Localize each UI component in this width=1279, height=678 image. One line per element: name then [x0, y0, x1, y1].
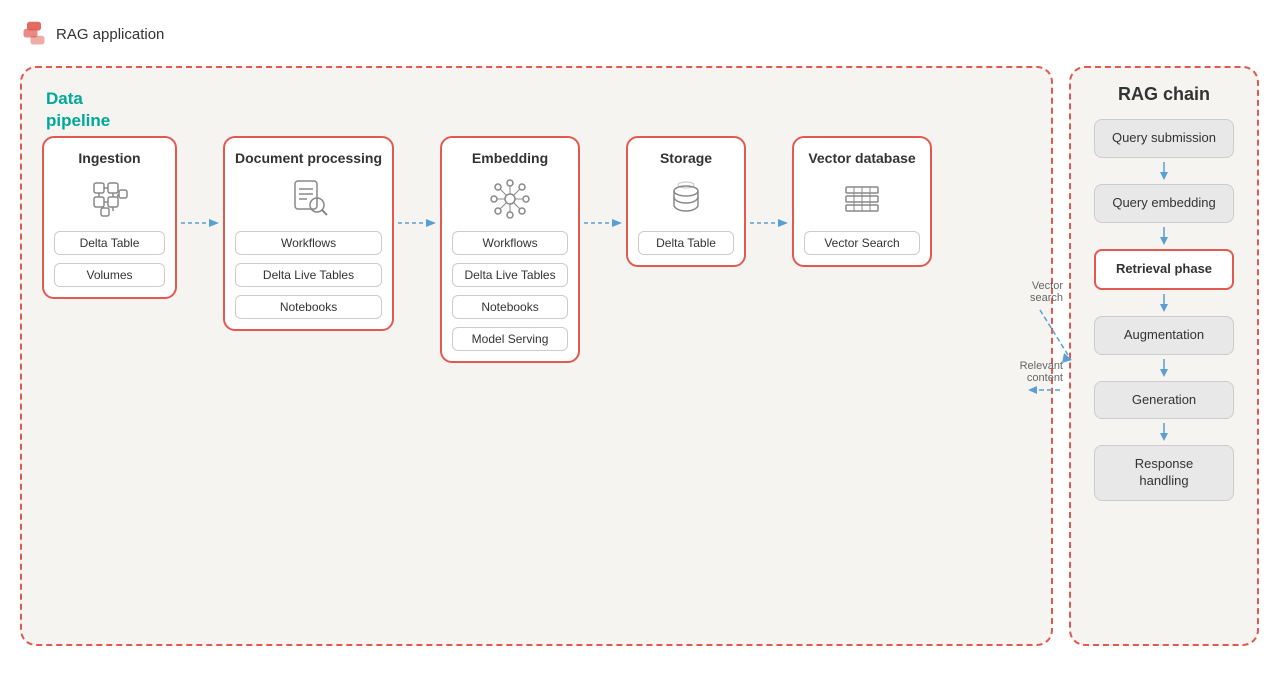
ingestion-tag-delta: Delta Table [54, 231, 165, 255]
main-layout: Data pipeline Ingestion [20, 66, 1259, 646]
rag-chain-title: RAG chain [1118, 84, 1210, 105]
vectordb-tag-vectorsearch: Vector Search [804, 231, 920, 255]
arrow-1 [177, 216, 223, 230]
arrow-down-3 [1157, 294, 1171, 312]
storage-icon [662, 175, 710, 223]
ingestion-title: Ingestion [78, 150, 140, 167]
docproc-tag-workflows: Workflows [235, 231, 382, 255]
rag-chain-panel: RAG chain Query submission Query embeddi… [1069, 66, 1259, 646]
docproc-title: Document processing [235, 150, 382, 167]
data-pipeline-label: Data pipeline [46, 88, 110, 132]
embedding-icon [486, 175, 534, 223]
docproc-tag-notebooks: Notebooks [235, 295, 382, 319]
embedding-tag-workflows: Workflows [452, 231, 568, 255]
docproc-icon [285, 175, 333, 223]
storage-tag-delta: Delta Table [638, 231, 734, 255]
embedding-stage: Embedding [440, 136, 580, 363]
chain-step-response-handling: Response handling [1094, 445, 1234, 501]
vectordb-title: Vector database [808, 150, 915, 167]
embedding-tag-notebooks: Notebooks [452, 295, 568, 319]
storage-stage: Storage Delta Table [626, 136, 746, 267]
chain-step-query-submission: Query submission [1094, 119, 1234, 158]
arrow-down-4 [1157, 359, 1171, 377]
arrow-4 [746, 216, 792, 230]
storage-title: Storage [660, 150, 712, 167]
page-container: RAG application Data pipeline Ingestion [0, 0, 1279, 678]
data-pipeline-panel: Data pipeline Ingestion [20, 66, 1053, 646]
arrow-2 [394, 216, 440, 230]
chain-step-augmentation: Augmentation [1094, 316, 1234, 355]
document-processing-stage: Document processing Workflows Delta Live… [223, 136, 394, 331]
arrow-down-5 [1157, 423, 1171, 441]
embedding-tag-dlt: Delta Live Tables [452, 263, 568, 287]
vector-database-stage: Vector database Vector Search [792, 136, 932, 267]
pipeline-stages: Ingestion [42, 136, 1031, 596]
arrow-3 [580, 216, 626, 230]
vectordb-icon [838, 175, 886, 223]
arrow-down-2 [1157, 227, 1171, 245]
docproc-tag-dlt: Delta Live Tables [235, 263, 382, 287]
chain-step-retrieval-phase: Retrieval phase [1094, 249, 1234, 290]
app-title: RAG application [56, 26, 164, 43]
ingestion-icon [86, 175, 134, 223]
chain-step-query-embedding: Query embedding [1094, 184, 1234, 223]
ingestion-stage: Ingestion [42, 136, 177, 299]
embedding-title: Embedding [472, 150, 548, 167]
app-logo-icon [20, 20, 48, 48]
arrow-down-1 [1157, 162, 1171, 180]
ingestion-tag-volumes: Volumes [54, 263, 165, 287]
chain-step-generation: Generation [1094, 381, 1234, 420]
app-header: RAG application [20, 20, 1259, 48]
embedding-tag-modelserving: Model Serving [452, 327, 568, 351]
